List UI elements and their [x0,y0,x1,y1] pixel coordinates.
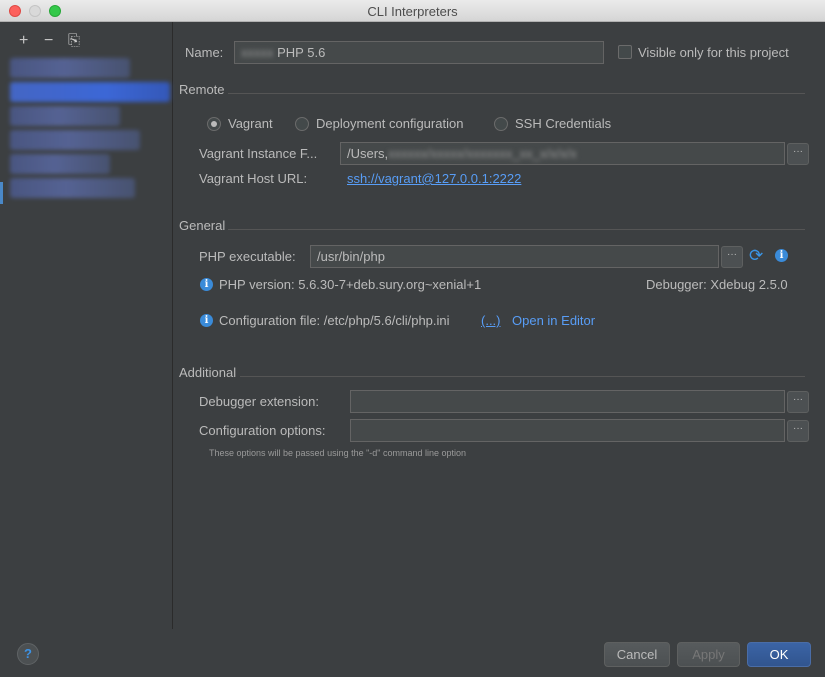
general-divider [228,229,805,230]
vagrant-instance-label: Vagrant Instance F... [199,146,318,161]
additional-divider [240,376,805,377]
list-item-selected[interactable] [10,82,170,102]
php-version-text: PHP version: 5.6.30-7+deb.sury.org~xenia… [219,277,482,292]
remote-divider [228,93,805,94]
copy-icon[interactable]: ⎘ [68,33,80,49]
vagrant-host-url-link[interactable]: ssh://vagrant@127.0.0.1:2222 [347,171,521,186]
additional-section-title: Additional [179,365,237,380]
vagrant-radio[interactable] [207,117,221,131]
refresh-icon[interactable]: ⟳ [749,247,763,264]
ssh-credentials-radio-label: SSH Credentials [515,116,612,131]
ok-button[interactable]: OK [747,642,811,667]
ssh-credentials-radio[interactable] [494,117,508,131]
info-icon[interactable]: i [775,249,788,262]
php-executable-input[interactable]: /usr/bin/php [310,245,719,268]
name-input[interactable]: xxxxx PHP 5.6 [234,41,604,64]
configuration-options-browse-button[interactable]: ··· [787,420,809,442]
general-section-title: General [179,218,226,233]
configuration-file-more-link[interactable]: (...) [481,313,501,328]
interpreters-sidebar: + − ⎘ [0,22,173,629]
blurred-path: xxxxxx/xxxxx/xxxxxxx_xx_x/x/x/x [388,146,577,161]
title-bar: CLI Interpreters [0,0,825,22]
vagrant-host-url-label: Vagrant Host URL: [199,171,308,186]
vagrant-instance-input[interactable]: /Users,xxxxxx/xxxxx/xxxxxxx_xx_x/x/x/x [340,142,785,165]
configuration-options-hint: These options will be passed using the "… [209,448,467,458]
window-title: CLI Interpreters [367,4,458,19]
deployment-config-radio-label: Deployment configuration [316,116,464,131]
list-item[interactable] [10,154,110,174]
list-item[interactable] [10,58,130,78]
list-item[interactable] [10,178,135,198]
php-executable-label: PHP executable: [199,249,296,264]
interpreter-list [10,58,172,202]
visible-only-label: Visible only for this project [638,45,789,60]
remote-section-title: Remote [179,82,225,97]
debugger-text: Debugger: Xdebug 2.5.0 [646,277,788,292]
debugger-extension-label: Debugger extension: [199,394,319,409]
info-icon: i [200,278,213,291]
name-input-value: PHP 5.6 [277,45,326,60]
vagrant-instance-browse-button[interactable]: ··· [787,143,809,165]
debugger-extension-input[interactable] [350,390,785,413]
debugger-extension-browse-button[interactable]: ··· [787,391,809,413]
remove-icon[interactable]: − [44,33,53,49]
open-in-editor-link[interactable]: Open in Editor [512,313,595,328]
help-button[interactable]: ? [17,643,39,665]
visible-only-checkbox[interactable] [618,45,632,59]
vagrant-instance-value: /Users, [347,146,389,161]
configuration-options-label: Configuration options: [199,423,326,438]
add-icon[interactable]: + [19,33,28,49]
list-item[interactable] [10,106,120,126]
apply-button[interactable]: Apply [677,642,740,667]
info-icon: i [200,314,213,327]
configuration-options-input[interactable] [350,419,785,442]
name-label: Name: [185,45,224,60]
php-executable-browse-button[interactable]: ··· [721,246,743,268]
cancel-button[interactable]: Cancel [604,642,670,667]
list-item[interactable] [10,130,140,150]
blurred-name-prefix: xxxxx [241,45,274,60]
vagrant-radio-label: Vagrant [228,116,273,131]
configuration-file-text: Configuration file: /etc/php/5.6/cli/php… [219,313,450,328]
selection-marker [0,182,3,204]
deployment-config-radio[interactable] [295,117,309,131]
